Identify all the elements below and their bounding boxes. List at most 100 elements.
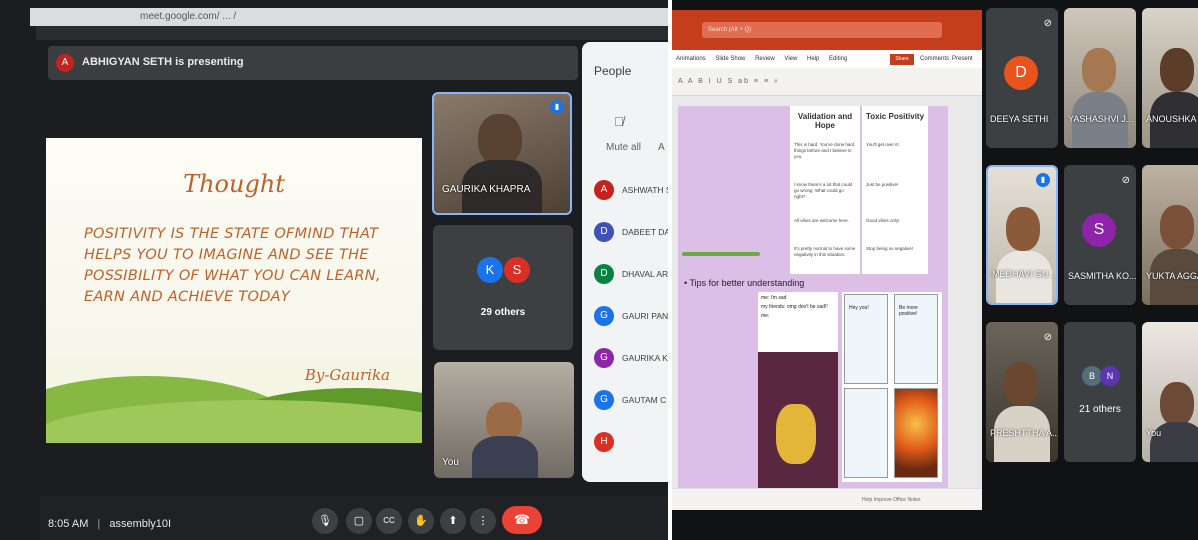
presenting-banner: A ABHIGYAN SETH is presenting bbox=[48, 46, 578, 80]
end-call-button[interactable]: ☎ bbox=[502, 506, 542, 534]
ppt-ribbon[interactable]: A A B I U S ab ≡ ≡ ⌕ bbox=[672, 68, 982, 96]
present-button[interactable]: Present bbox=[952, 50, 973, 68]
tile-name: MEDHAVI GU... bbox=[992, 269, 1056, 279]
tile-name: ANOUSHKA S... bbox=[1146, 114, 1198, 124]
toxic-positivity-column: Toxic Positivity You'll get over it! Jus… bbox=[862, 106, 928, 274]
menu-item[interactable]: Review bbox=[755, 56, 775, 62]
participant-list-item[interactable]: D DABEET DAS bbox=[594, 222, 668, 244]
menu-item[interactable]: Slide Show bbox=[715, 56, 745, 62]
participant-face bbox=[1160, 205, 1194, 249]
meme-caption: me: i'm sad my friends: omg don't be sad… bbox=[758, 292, 838, 352]
participant-list-item[interactable]: D DHAVAL AR bbox=[594, 264, 668, 286]
participant-tile[interactable]: ⊘ D DEEYA SETHI bbox=[986, 8, 1058, 148]
mute-all-icon[interactable]: 🎙̸ bbox=[614, 114, 624, 129]
mic-off-icon: ⊘ bbox=[1043, 332, 1052, 343]
people-panel: People 🎙̸ Mute all A A ASHWATH S D DABEE… bbox=[582, 42, 668, 482]
comic-panel bbox=[844, 388, 888, 478]
table-cell: It's pretty normal to have some negativi… bbox=[794, 246, 856, 257]
tile-name: GAURIKA KHAPRA bbox=[442, 184, 531, 195]
participant-video-body bbox=[472, 436, 538, 478]
table-cell: All vibes are welcome here. bbox=[794, 218, 850, 223]
meme-image: me: i'm sad my friends: omg don't be sad… bbox=[758, 292, 838, 498]
browser-url-bar[interactable]: meet.google.com/ ... / bbox=[30, 8, 668, 26]
present-now-icon[interactable]: ⬆ bbox=[440, 508, 466, 534]
grouped-participants-tile[interactable]: K S 29 others bbox=[433, 225, 573, 350]
comic-text: Be more positive! bbox=[899, 305, 918, 317]
presenter-avatar: A bbox=[56, 54, 74, 72]
comic-image: Hey you! Be more positive! bbox=[842, 292, 942, 482]
participant-list-item[interactable]: G GAURIKA K bbox=[594, 348, 668, 370]
participant-avatar: A bbox=[594, 180, 614, 200]
participant-avatar: H bbox=[594, 432, 614, 452]
tile-name: SASMITHA KO... bbox=[1068, 271, 1136, 281]
participant-tile[interactable]: ⊘ S SASMITHA KO... bbox=[1064, 165, 1136, 305]
camera-icon[interactable]: ▢ bbox=[346, 508, 372, 534]
table-cell: Stop being so negative! bbox=[866, 246, 914, 251]
participant-list-item[interactable]: G GAURI PAN bbox=[594, 306, 668, 328]
participant-avatar: G bbox=[594, 306, 614, 326]
menu-item[interactable]: Animations bbox=[676, 56, 706, 62]
speaker-tile[interactable]: ▮ GAURIKA KHAPRA bbox=[432, 92, 572, 215]
participant-face bbox=[1160, 48, 1194, 92]
microphone-icon[interactable]: 🎙 bbox=[312, 508, 338, 534]
tile-name: You bbox=[442, 457, 459, 468]
clock-time: 8:05 AM bbox=[48, 518, 89, 530]
more-options-icon[interactable]: ⋮ bbox=[470, 508, 496, 534]
table-cell: This is hard. You've done hard things be… bbox=[794, 142, 855, 159]
meme-line: my friends: omg don't be sad!! bbox=[761, 304, 828, 310]
comic-panel: Be more positive! bbox=[894, 294, 938, 384]
comic-panel-explosion bbox=[894, 388, 938, 478]
participant-list-item[interactable]: G GAUTAM C bbox=[594, 390, 668, 412]
table-cell: I know there's a lot that could go wrong… bbox=[794, 182, 853, 199]
participant-avatar: D bbox=[594, 222, 614, 242]
raise-hand-icon[interactable]: ✋ bbox=[408, 508, 434, 534]
self-tile[interactable]: You bbox=[434, 362, 574, 478]
captions-icon[interactable]: CC bbox=[376, 508, 402, 534]
participant-tile[interactable]: ⊘ PRESHTTHA A... bbox=[986, 322, 1058, 462]
participant-avatar: G bbox=[594, 390, 614, 410]
ppt-search-input[interactable]: Search (Alt + Q) bbox=[702, 22, 942, 38]
participant-tile[interactable]: ▮ MEDHAVI GU... bbox=[986, 165, 1058, 305]
ppt-slide: Validation and Hope This is hard. You've… bbox=[678, 106, 948, 498]
column-header: Toxic Positivity bbox=[865, 112, 925, 121]
mic-off-icon: ⊘ bbox=[1043, 18, 1052, 29]
meet-screen-left: meet.google.com/ ... / A ABHIGYAN SETH i… bbox=[0, 0, 668, 540]
others-count: 29 others bbox=[480, 307, 526, 318]
participant-tile[interactable]: You bbox=[1142, 322, 1198, 462]
participant-name: GAUTAM C bbox=[622, 395, 667, 405]
participant-list-item[interactable]: A ASHWATH S bbox=[594, 180, 668, 202]
grouped-participants-tile[interactable]: B N 21 others bbox=[1064, 322, 1136, 462]
participant-tile[interactable]: YUKTA AGGA... bbox=[1142, 165, 1198, 305]
people-panel-trailing-label: A bbox=[658, 142, 665, 153]
participant-avatar: G bbox=[594, 348, 614, 368]
green-scribble bbox=[682, 252, 760, 256]
slide-body: POSITIVITY IS THE STATE OFMIND THAT HELP… bbox=[84, 226, 381, 305]
ppt-title-bar: Search (Alt + Q) bbox=[672, 10, 982, 50]
mute-all-button[interactable]: Mute all bbox=[606, 142, 641, 153]
powerpoint-window: Search (Alt + Q) Animations Slide Show R… bbox=[672, 10, 982, 510]
ppt-menu-bar: Animations Slide Show Review View Help E… bbox=[672, 50, 982, 68]
comments-button[interactable]: Comments bbox=[920, 50, 949, 68]
menu-item[interactable]: Editing bbox=[829, 56, 847, 62]
share-button[interactable]: Share bbox=[890, 54, 914, 65]
tile-name: PRESHTTHA A... bbox=[990, 428, 1058, 438]
others-count: 21 others bbox=[1079, 404, 1121, 415]
participant-tile[interactable]: ANOUSHKA S... bbox=[1142, 8, 1198, 148]
participant-face bbox=[1082, 48, 1116, 92]
participant-name: GAURI PAN bbox=[622, 311, 668, 321]
menu-item[interactable]: Help bbox=[807, 56, 819, 62]
participant-face bbox=[1004, 362, 1038, 406]
meet-top-strip bbox=[36, 26, 668, 40]
menu-item[interactable]: View bbox=[784, 56, 797, 62]
slide-title: Thought bbox=[183, 170, 285, 198]
participant-tile[interactable]: YASHASHVI J... bbox=[1064, 8, 1136, 148]
table-cell: You'll get over it! bbox=[866, 142, 899, 147]
mic-off-icon: ⊘ bbox=[1121, 175, 1130, 186]
participant-name: DABEET DAS bbox=[622, 227, 668, 237]
participant-face bbox=[1160, 382, 1194, 426]
participant-face bbox=[1006, 207, 1040, 251]
participant-list-item[interactable]: H bbox=[594, 432, 668, 454]
participant-name: ASHWATH S bbox=[622, 185, 668, 195]
participant-name: DHAVAL AR bbox=[622, 269, 668, 279]
participant-avatar: S bbox=[504, 257, 530, 283]
